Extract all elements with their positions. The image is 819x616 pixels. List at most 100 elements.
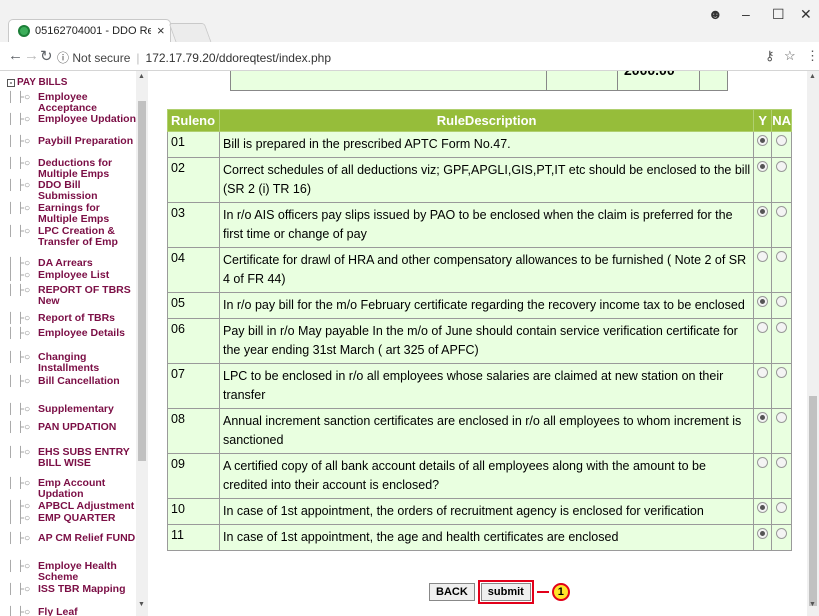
na-radio[interactable] [776,367,788,378]
scroll-up-icon[interactable]: ▲ [138,73,145,80]
sidebar-scrollbar[interactable]: ▲ ▼ [136,71,148,616]
sidebar-item[interactable]: │ ├○ AP CM Relief FUND [8,533,138,545]
form-buttons: BACK submit 1 [429,580,570,604]
sidebar-item[interactable]: │ ├○ Report of TBRs [8,312,138,325]
sidebar-item[interactable]: │ ├○ Deductions for Multiple Emps [8,158,138,180]
sidebar-item[interactable]: │ ├○ Employee Updation [8,114,138,126]
submit-button[interactable]: submit [480,583,531,601]
sidebar-item[interactable]: │ ├○ Employee Details [8,328,138,340]
y-radio[interactable] [757,296,769,307]
rule-number: 03 [167,202,220,248]
y-radio[interactable] [757,161,769,172]
sidebar-item[interactable]: │ ├○ Employee List [8,269,138,282]
y-cell [753,498,773,525]
sidebar-item[interactable]: │ ├○ EMP QUARTER [8,512,138,525]
browser-tab[interactable]: 05162704001 - DDO Req × [8,19,171,42]
y-cell [753,363,773,409]
tree-node-icon: │ ├○ [8,422,31,433]
y-radio[interactable] [757,528,769,539]
main-scroll-up-icon[interactable]: ▲ [809,73,816,80]
step-callout: 1 [551,583,570,601]
new-tab-button[interactable] [168,23,212,42]
main-scroll-down-icon[interactable]: ▼ [809,601,816,608]
sidebar-item[interactable]: │ ├○ Paybill Preparation [8,136,138,148]
na-radio[interactable] [776,528,788,539]
na-radio[interactable] [776,457,788,468]
y-radio[interactable] [757,322,769,333]
sidebar-item[interactable]: │ ├○ ISS TBR Mapping [8,584,138,596]
star-icon[interactable]: ☆ [784,48,796,64]
key-icon[interactable]: ⚷ [765,48,775,64]
sidebar-item[interactable]: │ ├○ Emp Account Updation [8,478,138,500]
collapse-icon[interactable]: - [7,79,15,87]
na-radio[interactable] [776,206,788,217]
sidebar-item[interactable]: │ ├○ LPC Creation & Transfer of Emp [8,226,138,248]
reload-icon[interactable]: ↻ [40,47,53,65]
sidebar-item[interactable]: │ ├○ DDO Bill Submission [8,180,138,202]
menu-icon[interactable]: ⋮ [806,48,819,64]
y-cell [753,318,773,364]
na-cell [771,408,792,454]
info-icon[interactable]: ⓘ [57,51,69,65]
sidebar-item-label: Employe Health Scheme [38,560,117,583]
profile-icon[interactable]: ☻ [708,6,723,22]
tree-node-icon: │ ├○ [8,447,31,458]
scroll-down-icon[interactable]: ▼ [138,601,145,608]
y-radio[interactable] [757,367,769,378]
main-scroll-thumb[interactable] [809,396,817,606]
header-na: NA [771,109,792,132]
sidebar-item[interactable]: │ ├○ Changing Installments [8,352,138,374]
url-field[interactable]: ⓘ Not secure | 172.17.79.20/ddoreqtest/ind… [57,49,331,66]
sidebar-item-label: Employee List [38,269,110,281]
y-cell [753,408,773,454]
url-text[interactable]: 172.17.79.20/ddoreqtest/index.php [146,51,331,65]
sidebar-item[interactable]: │ ├○ Employee Acceptance [8,92,138,114]
close-icon[interactable]: ✕ [800,6,812,23]
na-radio[interactable] [776,412,788,423]
main-scrollbar[interactable]: ▲ ▼ [807,71,819,616]
rule-number: 05 [167,292,220,319]
na-radio[interactable] [776,296,788,307]
y-radio[interactable] [757,251,769,262]
minimize-icon[interactable]: – [742,6,750,22]
table-row: 11 In case of 1st appointment, the age an… [167,524,792,551]
sidebar-root[interactable]: - PAY BILLS [7,77,67,88]
na-cell [771,453,792,499]
table-row: 01 Bill is prepared in the prescribed APT… [167,131,792,158]
sidebar-item[interactable]: │ ├○ Bill Cancellation [8,376,138,388]
tab-close-icon[interactable]: × [157,23,165,38]
sidebar-item[interactable]: │ ├○ Earnings for Multiple Emps [8,203,138,225]
sidebar-item-label: Report of TBRs [38,312,115,324]
rule-description: Pay bill in r/o May payable In the m/o o… [218,318,755,364]
y-radio[interactable] [757,412,769,423]
forward-icon[interactable]: → [24,47,39,64]
maximize-icon[interactable]: ☐ [772,6,785,23]
na-radio[interactable] [776,135,788,146]
y-radio[interactable] [757,457,769,468]
na-radio[interactable] [776,251,788,262]
na-radio[interactable] [776,161,788,172]
sidebar-item[interactable]: │ ├○ Employe Health Scheme [8,561,138,583]
na-cell [771,247,792,293]
na-radio[interactable] [776,502,788,513]
y-radio[interactable] [757,135,769,146]
sidebar-item[interactable]: │ ├○ PAN UPDATION [8,422,138,434]
sidebar-item-label: EHS SUBS ENTRY BILL WISE [38,446,130,469]
sidebar-item[interactable]: │ ├○ Fly Leaf [8,607,138,616]
sidebar-scroll-thumb[interactable] [138,101,146,461]
back-button[interactable]: BACK [429,583,475,601]
na-radio[interactable] [776,322,788,333]
sidebar-item-label: EMP QUARTER [38,512,116,524]
back-icon[interactable]: ← [8,47,23,64]
sidebar-item[interactable]: │ ├○ Supplementary [8,404,138,416]
y-radio[interactable] [757,502,769,513]
header-y: Y [753,109,773,132]
pt-label: PT [546,71,618,90]
rule-description: Correct schedules of all deductions viz;… [218,157,755,203]
rule-description: In r/o pay bill for the m/o February cer… [218,292,755,319]
sidebar-item[interactable]: │ ├○ EHS SUBS ENTRY BILL WISE [8,447,138,469]
sidebar-item[interactable]: │ ├○ REPORT OF TBRS New [8,285,138,307]
sidebar-item[interactable]: │ ├○ APBCL Adjustment [8,501,138,513]
sidebar-item[interactable]: │ ├○ DA Arrears [8,258,138,270]
y-radio[interactable] [757,206,769,217]
